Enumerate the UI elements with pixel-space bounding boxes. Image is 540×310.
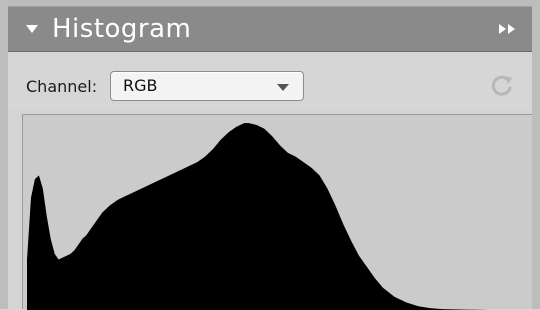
channel-select[interactable]: RGB: [110, 71, 304, 101]
channel-select-value: RGB: [123, 76, 158, 95]
refresh-icon[interactable]: [488, 72, 516, 100]
panel-titlebar[interactable]: Histogram: [8, 6, 532, 52]
histogram-chart: [22, 114, 532, 310]
panel-title: Histogram: [52, 14, 192, 44]
histogram-svg: [27, 123, 531, 310]
histogram-controls: Channel: RGB: [8, 52, 532, 110]
triangle-down-icon[interactable]: [26, 25, 38, 33]
channel-label: Channel:: [26, 77, 98, 96]
histogram-area: [27, 123, 531, 310]
chevron-down-icon: [277, 84, 289, 91]
double-arrow-right-icon[interactable]: [498, 23, 518, 35]
